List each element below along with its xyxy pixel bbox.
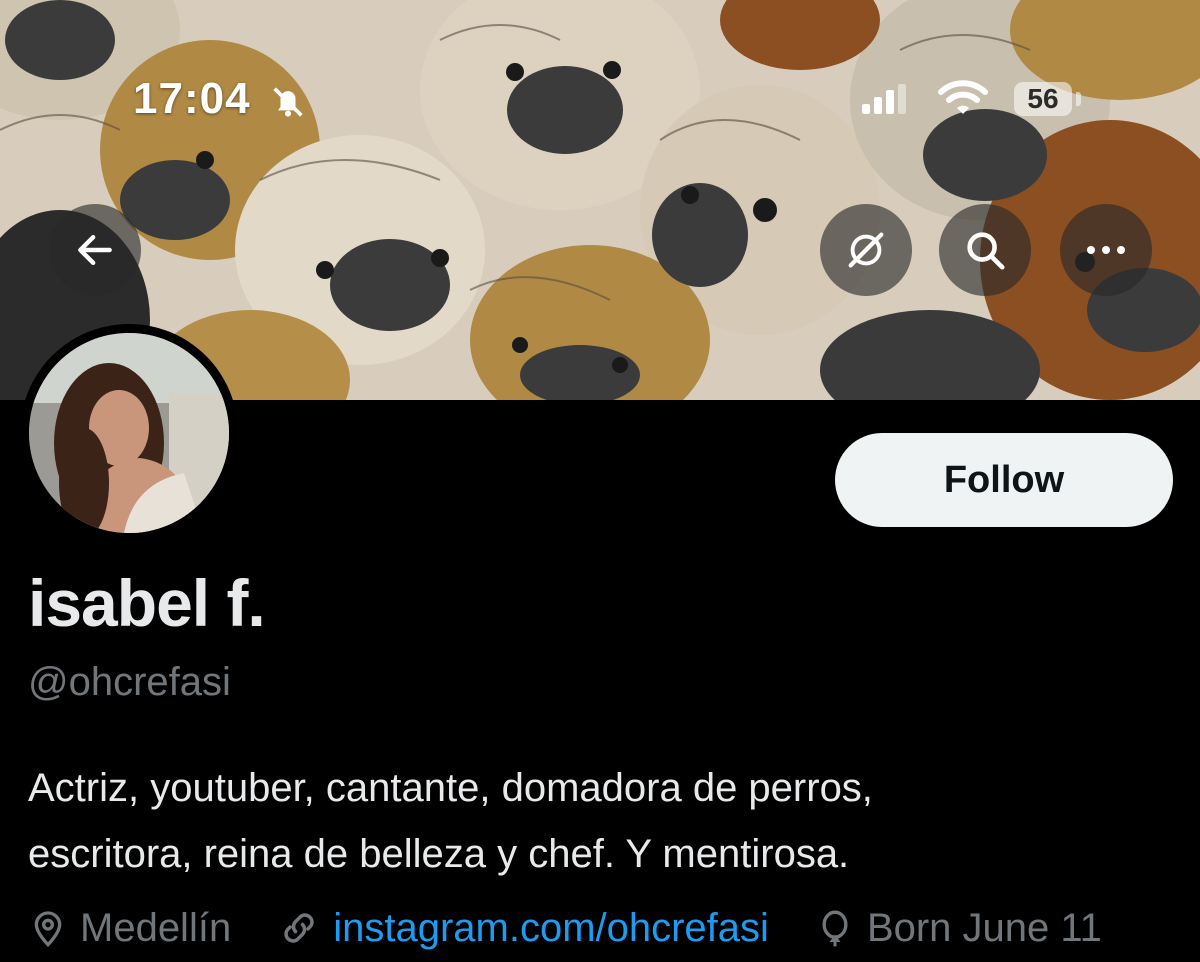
bell-muted-icon [268, 82, 308, 127]
more-button[interactable] [1060, 204, 1152, 296]
search-button[interactable] [939, 204, 1031, 296]
more-horizontal-icon [1087, 246, 1125, 254]
location-pin-icon [34, 911, 62, 948]
search-icon [967, 232, 1005, 270]
location-text: Medellín [80, 905, 232, 950]
wifi-icon [938, 80, 988, 121]
website-item[interactable]: instagram.com/ohcrefasi [277, 906, 769, 951]
profile-meta: Medellín instagram.com/ohcrefasi Born Ju… [28, 898, 1188, 958]
battery-tip [1076, 92, 1081, 106]
user-handle: @ohcrefasi [28, 660, 231, 704]
back-button[interactable] [49, 204, 141, 296]
avatar-photo [29, 333, 229, 533]
follow-button[interactable]: Follow [835, 433, 1173, 527]
battery-icon: 56 [1014, 82, 1072, 116]
bio-line: escritora, reina de belleza y chef. Y me… [28, 832, 850, 876]
link-icon [284, 913, 314, 943]
status-time: 17:04 [133, 74, 251, 123]
website-link[interactable]: instagram.com/ohcrefasi [333, 906, 769, 951]
cellular-signal-icon [862, 84, 906, 119]
balloon-icon [822, 910, 848, 947]
display-name: isabel f. [28, 566, 266, 640]
avatar[interactable] [29, 333, 229, 533]
arrow-left-icon [78, 234, 112, 266]
birthday-item: Born June 11 [815, 906, 1102, 951]
status-bar: 17:04 56 [0, 70, 1200, 130]
profile-bio: Actriz, youtuber, cantante, domadora de … [28, 755, 1178, 887]
birthday-text: Born June 11 [866, 905, 1102, 950]
grok-icon [848, 232, 884, 268]
bio-line: Actriz, youtuber, cantante, domadora de … [28, 766, 873, 810]
grok-button[interactable] [820, 204, 912, 296]
location-item: Medellín [28, 906, 231, 951]
